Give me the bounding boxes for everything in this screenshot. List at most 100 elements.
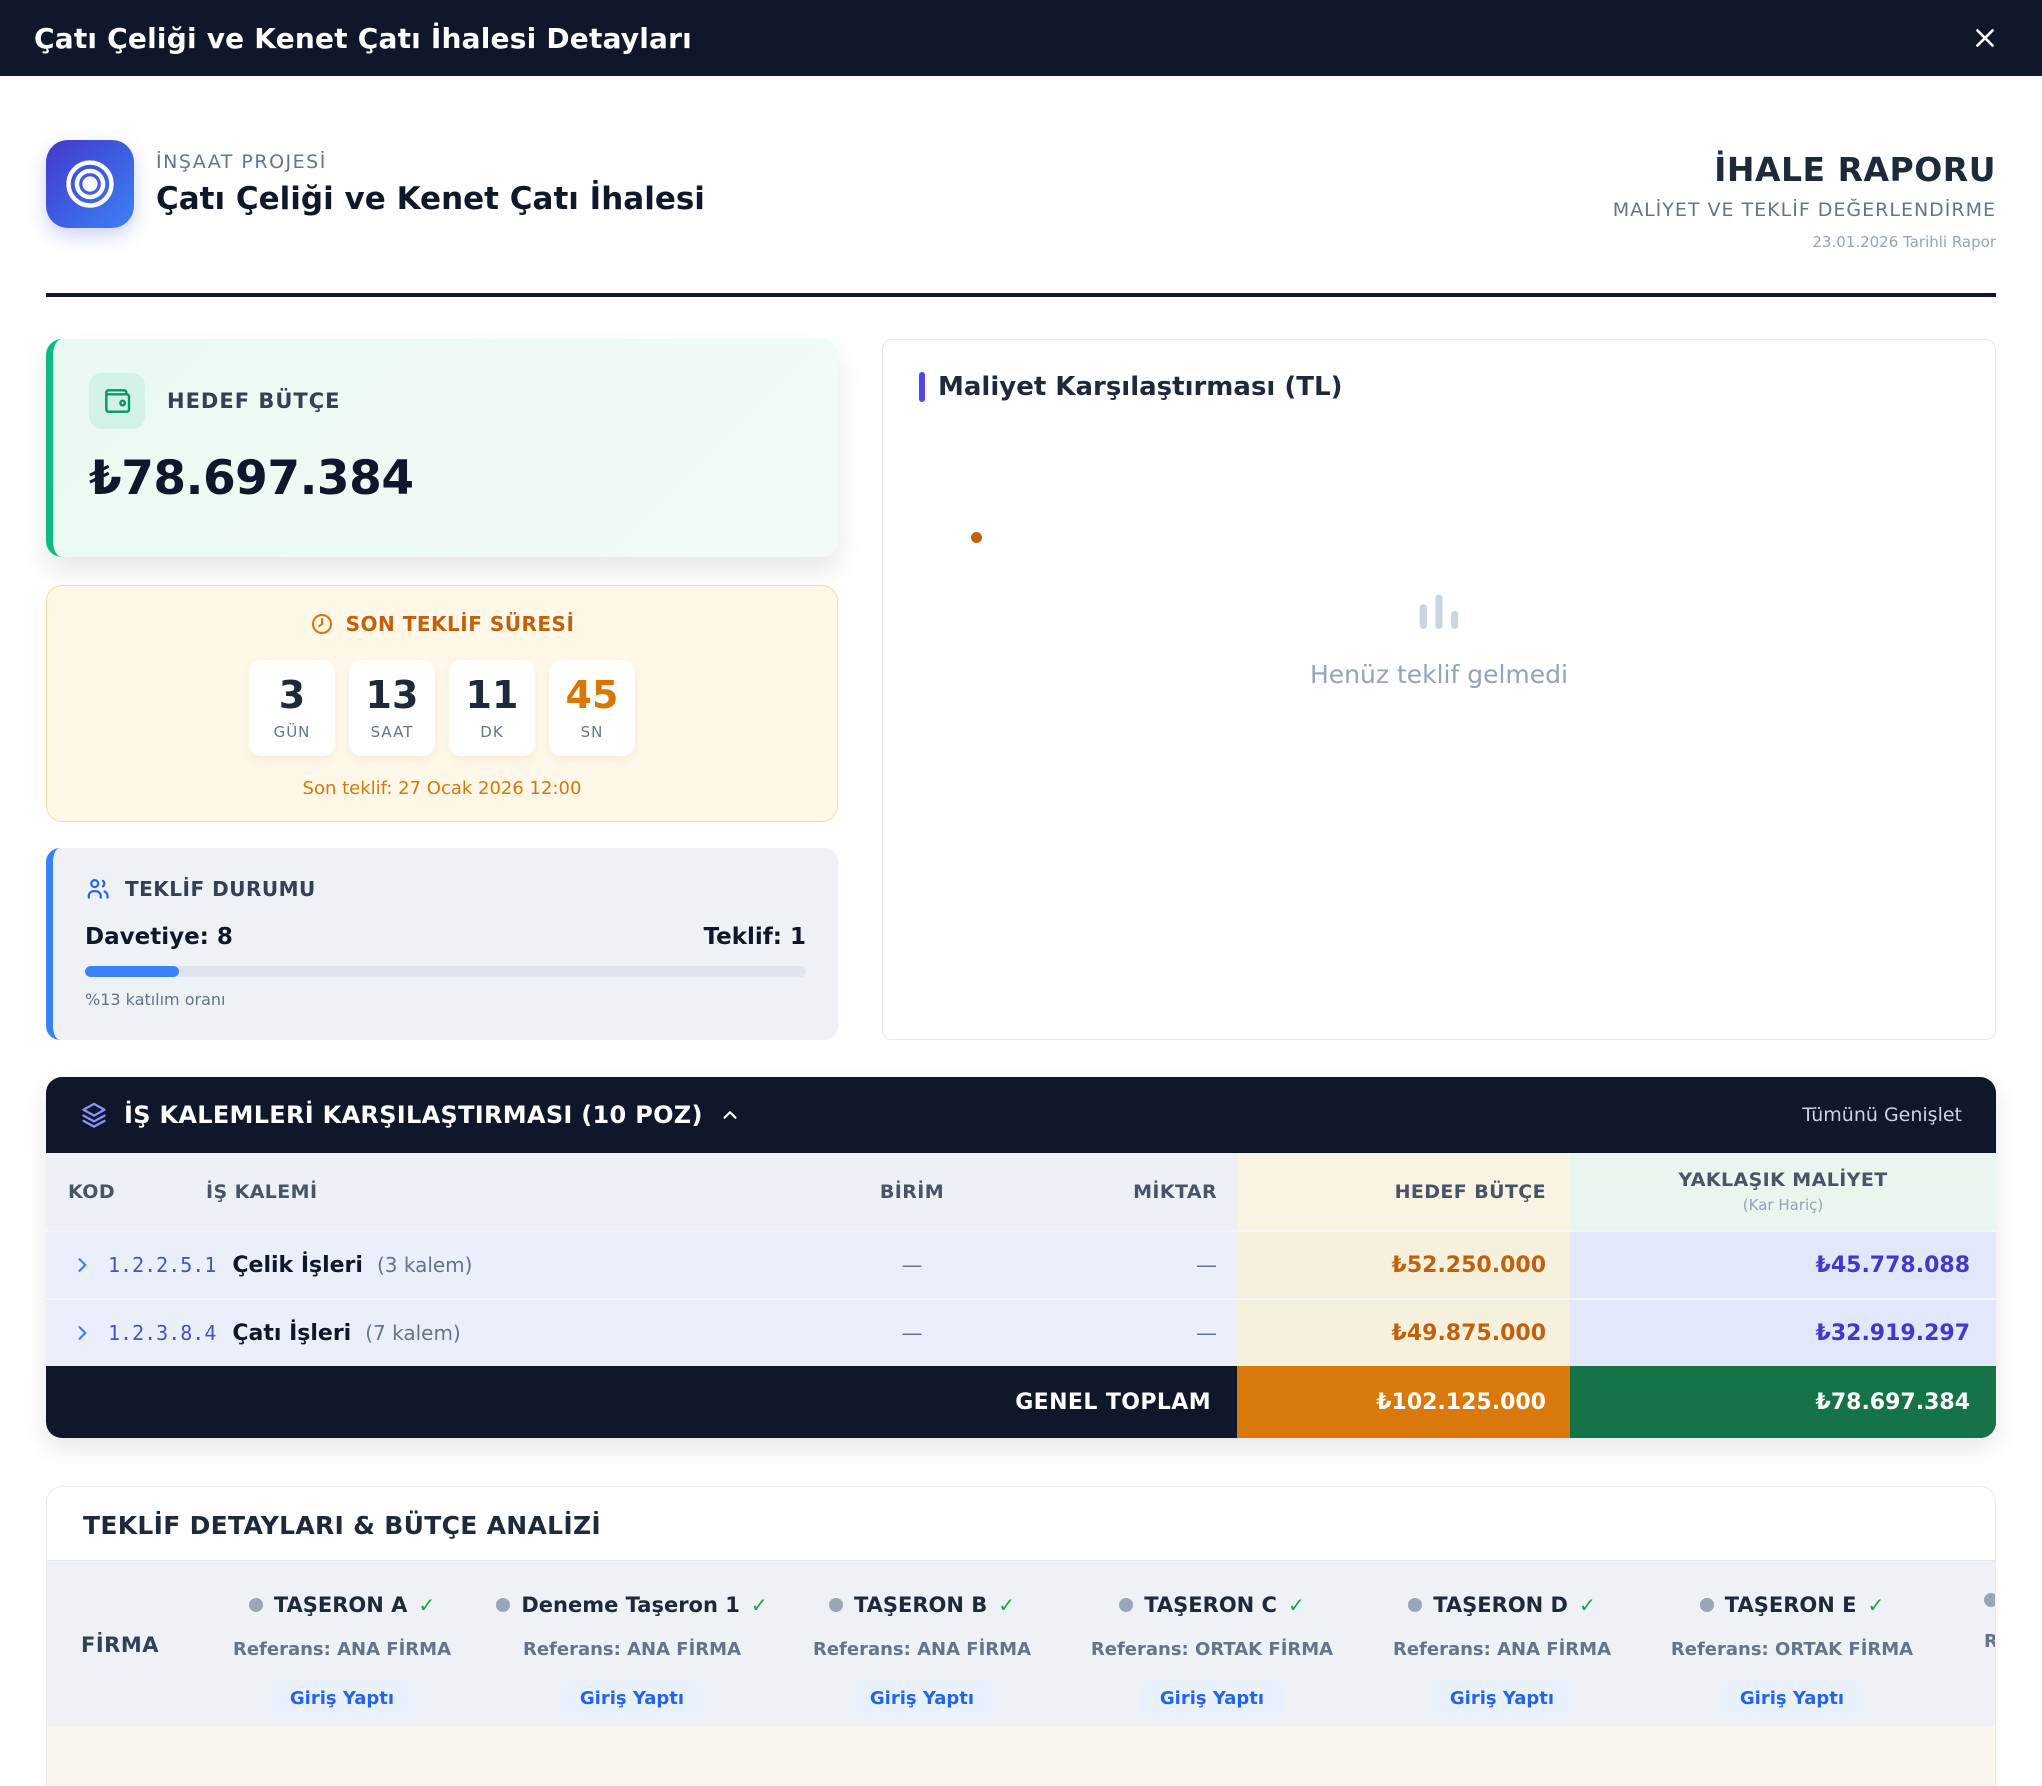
chart-title-accent-bar <box>919 372 925 402</box>
project-text: İNŞAAT PROJESİ Çatı Çeliği ve Kenet Çatı… <box>156 151 705 217</box>
row-miktar: — <box>1047 1321 1237 1345</box>
project-title: Çatı Çeliği ve Kenet Çatı İhalesi <box>156 181 705 217</box>
company-status-badge[interactable]: Giriş Yaptı <box>1720 1680 1864 1717</box>
table-row[interactable]: 1.2.2.5.1 Çelik İşleri (3 kalem) — — ₺52… <box>46 1230 1996 1298</box>
company-status-badge[interactable]: Giriş Yaptı <box>850 1680 994 1717</box>
work-items-header[interactable]: İŞ KALEMLERİ KARŞILAŞTIRMASI (10 POZ) Tü… <box>46 1077 1996 1153</box>
work-items-section: İŞ KALEMLERİ KARŞILAŞTIRMASI (10 POZ) Tü… <box>46 1077 1996 1438</box>
project-brand: İNŞAAT PROJESİ Çatı Çeliği ve Kenet Çatı… <box>46 140 705 228</box>
col-yaklasik-maliyet: YAKLAŞIK MALİYET (Kar Hariç) <box>1570 1153 1996 1230</box>
row-code: 1.2.3.8.4 <box>108 1321 216 1345</box>
clock-icon <box>310 612 334 636</box>
countdown-timer: 3 GÜN 13 SAAT 11 DK 45 SN <box>47 660 837 756</box>
chevron-up-icon[interactable] <box>719 1104 741 1126</box>
company-referans: Referans: ANA FİRMA <box>777 1639 1067 1660</box>
participation-progress-fill <box>85 966 179 977</box>
next-row-clipped <box>47 1726 1995 1786</box>
days-value: 3 <box>279 676 305 714</box>
company-dot-icon <box>496 1598 510 1612</box>
company-column: TAŞERON C ✓ Referans: ORTAK FİRMA Giriş … <box>1067 1561 1357 1726</box>
header-divider <box>46 293 1996 297</box>
budget-label: HEDEF BÜTÇE <box>167 389 341 413</box>
check-icon: ✓ <box>1867 1593 1884 1617</box>
company-name: TAŞERON B <box>854 1593 987 1617</box>
grand-total-yaklasik: ₺78.697.384 <box>1570 1366 1996 1438</box>
company-name: Deneme Taşeron 1 <box>521 1593 740 1617</box>
deadline-label: SON TEKLİF SÜRESİ <box>346 612 575 636</box>
company-name: TAŞERON C <box>1144 1593 1277 1617</box>
report-page: İNŞAAT PROJESİ Çatı Çeliği ve Kenet Çatı… <box>0 140 2042 1786</box>
legend-dot-icon <box>971 532 982 543</box>
company-column-clipped: R <box>1984 1561 1996 1652</box>
report-meta: İHALE RAPORU MALİYET VE TEKLİF DEĞERLEND… <box>1613 150 1996 251</box>
company-column: TAŞERON D ✓ Referans: ANA FİRMA Giriş Ya… <box>1357 1561 1647 1726</box>
company-status-badge[interactable]: Giriş Yaptı <box>270 1680 414 1717</box>
company-dot-icon <box>1700 1598 1714 1612</box>
participation-progressbar <box>85 966 806 977</box>
layers-icon <box>80 1101 108 1129</box>
close-icon[interactable] <box>1968 21 2002 55</box>
countdown-seconds: 45 SN <box>549 660 635 756</box>
participation-caption: %13 katılım oranı <box>85 990 806 1009</box>
minutes-value: 11 <box>466 676 519 714</box>
company-name: TAŞERON A <box>274 1593 408 1617</box>
check-icon: ✓ <box>418 1593 435 1617</box>
chevron-right-icon[interactable] <box>72 1255 92 1275</box>
company-name: TAŞERON D <box>1433 1593 1568 1617</box>
row-birim: — <box>777 1321 1047 1345</box>
report-title: İHALE RAPORU <box>1613 150 1996 189</box>
row-item-count: (7 kalem) <box>365 1321 461 1345</box>
company-column: TAŞERON B ✓ Referans: ANA FİRMA Giriş Ya… <box>777 1561 1067 1726</box>
invites-count: Davetiye: 8 <box>85 924 233 950</box>
company-referans: Referans: ORTAK FİRMA <box>1647 1639 1937 1660</box>
report-subtitle: MALİYET VE TEKLİF DEĞERLENDİRME <box>1613 199 1996 221</box>
seconds-value: 45 <box>566 676 619 714</box>
row-yaklasik-maliyet: ₺32.919.297 <box>1570 1300 1996 1366</box>
hours-value: 13 <box>366 676 419 714</box>
days-unit: GÜN <box>274 723 311 741</box>
company-column: Deneme Taşeron 1 ✓ Referans: ANA FİRMA G… <box>487 1561 777 1726</box>
cost-comparison-chart-card: Maliyet Karşılaştırması (TL) Henüz tekli… <box>882 339 1996 1040</box>
bar-chart-icon <box>883 578 1995 644</box>
table-footer-row: GENEL TOPLAM ₺102.125.000 ₺78.697.384 <box>46 1366 1996 1438</box>
company-referans: Referans: ANA FİRMA <box>197 1639 487 1660</box>
company-status-badge[interactable]: Giriş Yaptı <box>1430 1680 1574 1717</box>
chart-title: Maliyet Karşılaştırması (TL) <box>938 372 1342 402</box>
col-miktar: MİKTAR <box>1047 1181 1237 1203</box>
offer-details-title: TEKLİF DETAYLARI & BÜTÇE ANALİZİ <box>47 1487 1995 1560</box>
company-status-badge[interactable]: Giriş Yaptı <box>560 1680 704 1717</box>
company-referans: Referans: ORTAK FİRMA <box>1067 1639 1357 1660</box>
companies-list: TAŞERON A ✓ Referans: ANA FİRMA Giriş Ya… <box>197 1561 1937 1726</box>
countdown-days: 3 GÜN <box>249 660 335 756</box>
deadline-card: SON TEKLİF SÜRESİ 3 GÜN 13 SAAT 11 DK <box>46 585 838 822</box>
chevron-right-icon[interactable] <box>72 1323 92 1343</box>
expand-all-button[interactable]: Tümünü Genişlet <box>1802 1104 1962 1126</box>
company-dot-icon <box>1984 1593 1996 1607</box>
table-column-headers: KOD İŞ KALEMİ BİRİM MİKTAR HEDEF BÜTÇE Y… <box>46 1153 1996 1230</box>
check-icon: ✓ <box>1579 1593 1596 1617</box>
countdown-minutes: 11 DK <box>449 660 535 756</box>
work-items-title: İŞ KALEMLERİ KARŞILAŞTIRMASI (10 POZ) <box>124 1101 703 1129</box>
target-budget-card: HEDEF BÜTÇE ₺78.697.384 <box>46 339 838 557</box>
check-icon: ✓ <box>1288 1593 1305 1617</box>
company-referans: Referans: ANA FİRMA <box>1357 1639 1647 1660</box>
company-dot-icon <box>829 1598 843 1612</box>
table-row[interactable]: 1.2.3.8.4 Çatı İşleri (7 kalem) — — ₺49.… <box>46 1298 1996 1366</box>
company-dot-icon <box>249 1598 263 1612</box>
seconds-unit: SN <box>581 723 604 741</box>
check-icon: ✓ <box>998 1593 1015 1617</box>
company-name: TAŞERON E <box>1725 1593 1857 1617</box>
status-label: TEKLİF DURUMU <box>125 877 316 901</box>
col-kod: KOD <box>46 1181 206 1203</box>
chart-empty-text: Henüz teklif gelmedi <box>883 660 1995 689</box>
users-icon <box>85 876 111 902</box>
company-column: TAŞERON E ✓ Referans: ORTAK FİRMA Giriş … <box>1647 1561 1937 1726</box>
company-referans: Referans: ANA FİRMA <box>487 1639 777 1660</box>
row-miktar: — <box>1047 1253 1237 1277</box>
grand-total-hedef: ₺102.125.000 <box>1237 1366 1570 1438</box>
company-status-badge[interactable]: Giriş Yaptı <box>1140 1680 1284 1717</box>
budget-value: ₺78.697.384 <box>89 451 802 506</box>
col-yaklasik-main: YAKLAŞIK MALİYET <box>1678 1169 1887 1191</box>
grand-total-label: GENEL TOPLAM <box>46 1390 1237 1415</box>
col-is-kalemi: İŞ KALEMİ <box>206 1181 777 1203</box>
